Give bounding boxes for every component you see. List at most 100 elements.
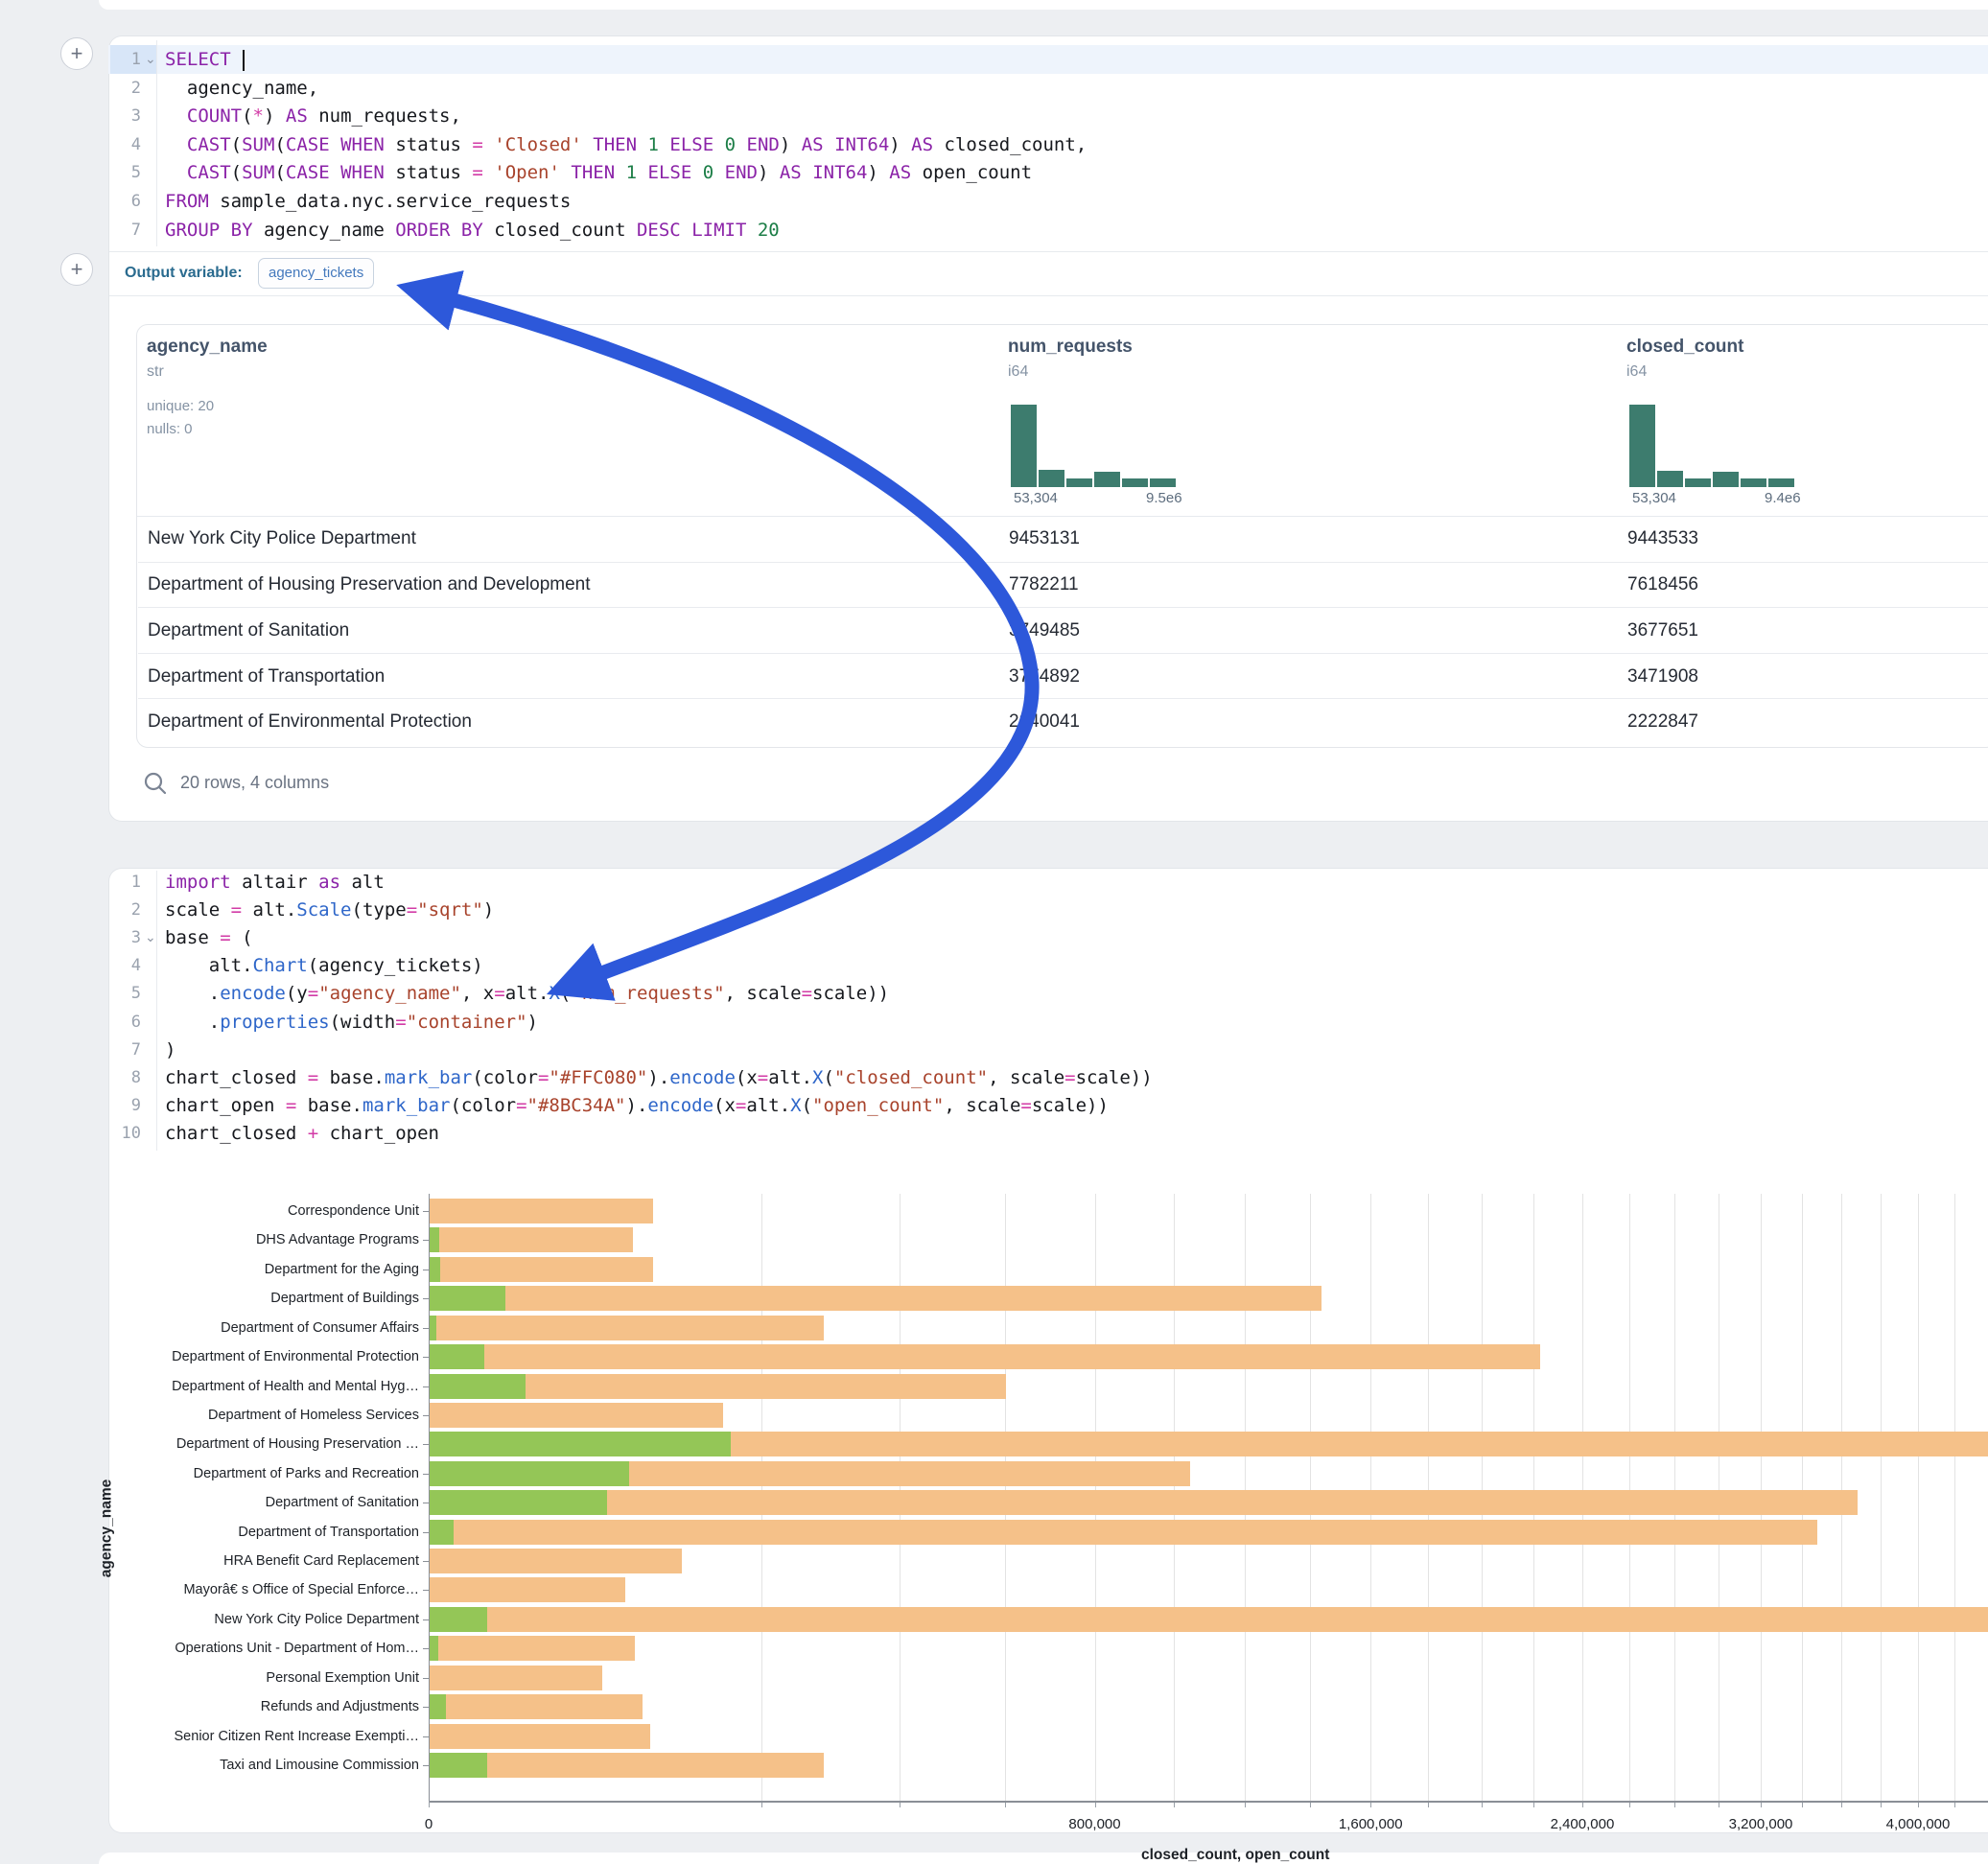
closed-count-bar (430, 1724, 650, 1749)
x-axis-label: 800,000 (1068, 1816, 1120, 1832)
table-cell: 3774892 (1009, 654, 1080, 700)
open-count-bar (430, 1374, 526, 1399)
table-cell: 3677651 (1627, 608, 1698, 654)
closed-count-bar (430, 1344, 1540, 1369)
column-meta-unique: unique: 20 (147, 398, 214, 414)
y-axis-label: Personal Exemption Unit (266, 1670, 419, 1686)
y-axis-label: Department for the Aging (265, 1262, 419, 1277)
line-number: 5 (103, 979, 141, 1008)
y-axis-tick (423, 1474, 429, 1475)
table-cell: 7618456 (1627, 563, 1698, 609)
line-number: 6 (103, 1008, 141, 1037)
column-header-num-requests[interactable]: num_requests (1008, 337, 1133, 358)
table-row[interactable]: New York City Police Department945313194… (138, 516, 1988, 562)
line-number: 2 (103, 74, 141, 103)
table-cell: New York City Police Department (148, 516, 416, 562)
y-axis-tick (423, 1211, 429, 1212)
closed-count-bar (430, 1490, 1858, 1515)
closed-count-bar (430, 1549, 682, 1573)
add-cell-button-top[interactable]: + (60, 37, 93, 70)
y-axis-label: Taxi and Limousine Commission (220, 1758, 419, 1773)
code-line[interactable]: import altair as alt (165, 868, 385, 897)
table-cell: Department of Transportation (148, 654, 385, 700)
histogram-bar (1741, 478, 1766, 487)
table-cell: Department of Housing Preservation and D… (148, 563, 591, 609)
output-variable-label: Output variable: (125, 265, 243, 282)
hist-max-label: 9.4e6 (1765, 490, 1801, 506)
column-header-agency-name[interactable]: agency_name (147, 337, 268, 358)
closed-count-bar (430, 1227, 633, 1252)
y-axis-tick (423, 1532, 429, 1533)
y-axis-label: Department of Housing Preservation … (176, 1436, 419, 1452)
line-number: 3 (103, 923, 141, 952)
code-line[interactable]: ) (165, 1036, 175, 1064)
y-axis-label: Department of Health and Mental Hyg… (172, 1379, 419, 1394)
column-type: i64 (1626, 363, 1647, 381)
closed-count-bar (430, 1199, 653, 1223)
table-row[interactable]: Department of Sanitation37494853677651 (138, 607, 1988, 654)
code-line[interactable]: .encode(y="agency_name", x=alt.X("num_re… (165, 979, 889, 1008)
line-number: 9 (103, 1091, 141, 1120)
gridline (1881, 1194, 1882, 1801)
table-cell: Department of Environmental Protection (148, 699, 472, 745)
code-line[interactable]: SELECT (165, 45, 245, 74)
y-axis-label: Department of Sanitation (266, 1495, 419, 1510)
histogram-bar (1150, 478, 1176, 487)
code-line[interactable]: chart_closed + chart_open (165, 1119, 439, 1148)
text-cursor (243, 50, 245, 71)
output-variable-pill[interactable]: agency_tickets (258, 258, 374, 289)
column-header-closed-count[interactable]: closed_count (1626, 337, 1743, 358)
code-line[interactable]: chart_open = base.mark_bar(color="#8BC34… (165, 1091, 1109, 1120)
code-line[interactable]: .properties(width="container") (165, 1008, 538, 1037)
y-axis-label: Department of Buildings (270, 1291, 419, 1306)
gridline (1954, 1194, 1955, 1801)
table-cell: 3749485 (1009, 608, 1080, 654)
open-count-bar (430, 1286, 505, 1311)
fold-chevron-icon[interactable]: ⌄ (145, 45, 156, 74)
y-axis-tick (423, 1678, 429, 1679)
histogram-bar (1629, 405, 1655, 487)
open-count-bar (430, 1753, 487, 1778)
y-axis-label: DHS Advantage Programs (256, 1232, 419, 1247)
search-icon[interactable] (142, 770, 169, 797)
column-type: str (147, 363, 164, 381)
y-axis-tick (423, 1444, 429, 1445)
open-count-bar (430, 1316, 436, 1340)
code-line[interactable]: agency_name, (165, 74, 318, 103)
open-count-bar (430, 1344, 484, 1369)
altair-chart: 0800,0001,600,0002,400,0003,200,0004,000… (0, 1189, 1988, 1864)
code-line[interactable]: scale = alt.Scale(type="sqrt") (165, 896, 494, 924)
y-axis-tick (423, 1707, 429, 1708)
closed-count-bar (430, 1753, 824, 1778)
column-meta-nulls: nulls: 0 (147, 421, 193, 437)
y-axis-tick (423, 1619, 429, 1620)
code-line[interactable]: CAST(SUM(CASE WHEN status = 'Closed' THE… (165, 130, 1087, 159)
closed-count-bar (430, 1257, 653, 1282)
table-cell: 3471908 (1627, 654, 1698, 700)
table-row[interactable]: Department of Transportation 3774892 34719… (138, 653, 1988, 700)
fold-chevron-icon[interactable]: ⌄ (145, 923, 156, 952)
line-number: 4 (103, 130, 141, 159)
column-type: i64 (1008, 363, 1028, 381)
line-number: 10 (103, 1119, 141, 1148)
code-line[interactable]: chart_closed = base.mark_bar(color="#FFC… (165, 1063, 1153, 1092)
y-axis-tick (423, 1386, 429, 1387)
code-line[interactable]: base = ( (165, 923, 253, 952)
add-cell-button-output[interactable]: + (60, 253, 93, 286)
code-line[interactable]: GROUP BY agency_name ORDER BY closed_cou… (165, 216, 780, 245)
code-line[interactable]: CAST(SUM(CASE WHEN status = 'Open' THEN … (165, 158, 1032, 187)
closed-count-bar (430, 1286, 1321, 1311)
closed-count-bar (430, 1403, 723, 1428)
x-axis-label: 0 (425, 1816, 433, 1832)
code-line[interactable]: alt.Chart(agency_tickets) (165, 951, 483, 980)
code-line[interactable]: COUNT(*) AS num_requests, (165, 102, 461, 130)
code-line[interactable]: FROM sample_data.nyc.service_requests (165, 187, 571, 216)
line-number: 7 (103, 216, 141, 245)
table-row[interactable]: Department of Environmental Protection22… (138, 698, 1988, 745)
x-axis-label: 2,400,000 (1551, 1816, 1615, 1832)
line-number: 4 (103, 951, 141, 980)
open-count-bar (430, 1257, 440, 1282)
y-axis-label: New York City Police Department (214, 1612, 419, 1627)
open-count-bar (430, 1520, 454, 1545)
table-row[interactable]: Department of Housing Preservation and D… (138, 562, 1988, 609)
